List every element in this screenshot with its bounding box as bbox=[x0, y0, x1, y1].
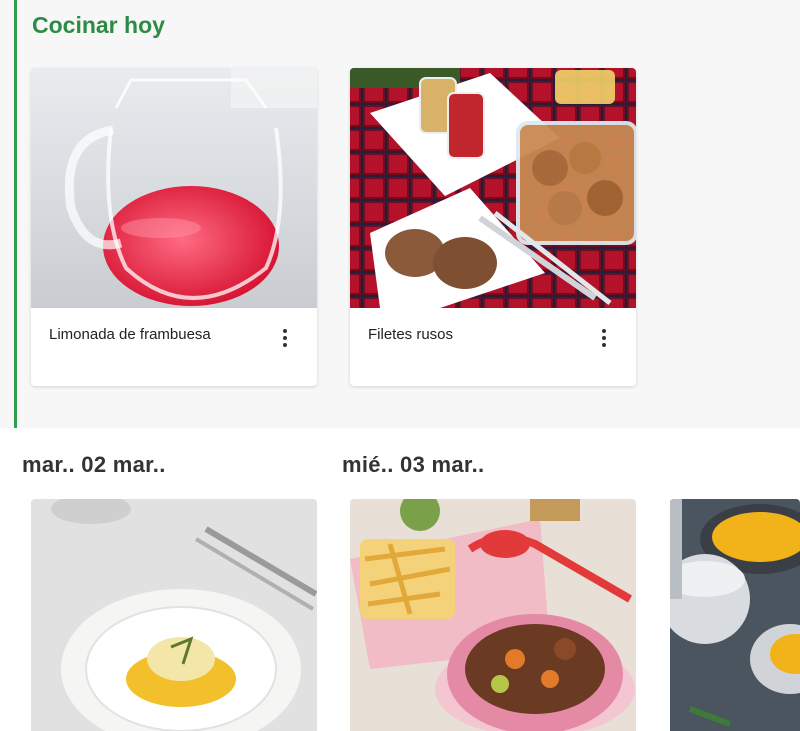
recipe-image-limonada bbox=[31, 68, 317, 308]
recipe-card-day-3[interactable] bbox=[670, 499, 800, 731]
today-section: Cocinar hoy Limonada de frambuesa Filete… bbox=[0, 0, 800, 428]
recipe-card-day-2[interactable] bbox=[350, 499, 636, 731]
today-accent-bar bbox=[14, 0, 17, 428]
recipe-image-plated-fish bbox=[31, 499, 317, 731]
recipe-card-filetes[interactable]: Filetes rusos bbox=[350, 68, 636, 386]
recipe-card-limonada[interactable]: Limonada de frambuesa bbox=[31, 68, 317, 386]
day-heading-mie: mié.. 03 mar.. bbox=[342, 452, 485, 477]
more-options-icon[interactable] bbox=[592, 326, 616, 350]
today-title: Cocinar hoy bbox=[32, 12, 165, 38]
recipe-title: Filetes rusos bbox=[368, 326, 454, 343]
recipe-title: Limonada de frambuesa bbox=[49, 326, 211, 343]
more-options-icon[interactable] bbox=[273, 326, 297, 350]
recipe-image-pumpkin-soup bbox=[670, 499, 800, 731]
day-heading-mar: mar.. 02 mar.. bbox=[22, 452, 166, 477]
recipe-image-stew-fries bbox=[350, 499, 636, 731]
recipe-image-filetes bbox=[350, 68, 636, 308]
recipe-card-day-1[interactable] bbox=[31, 499, 317, 731]
